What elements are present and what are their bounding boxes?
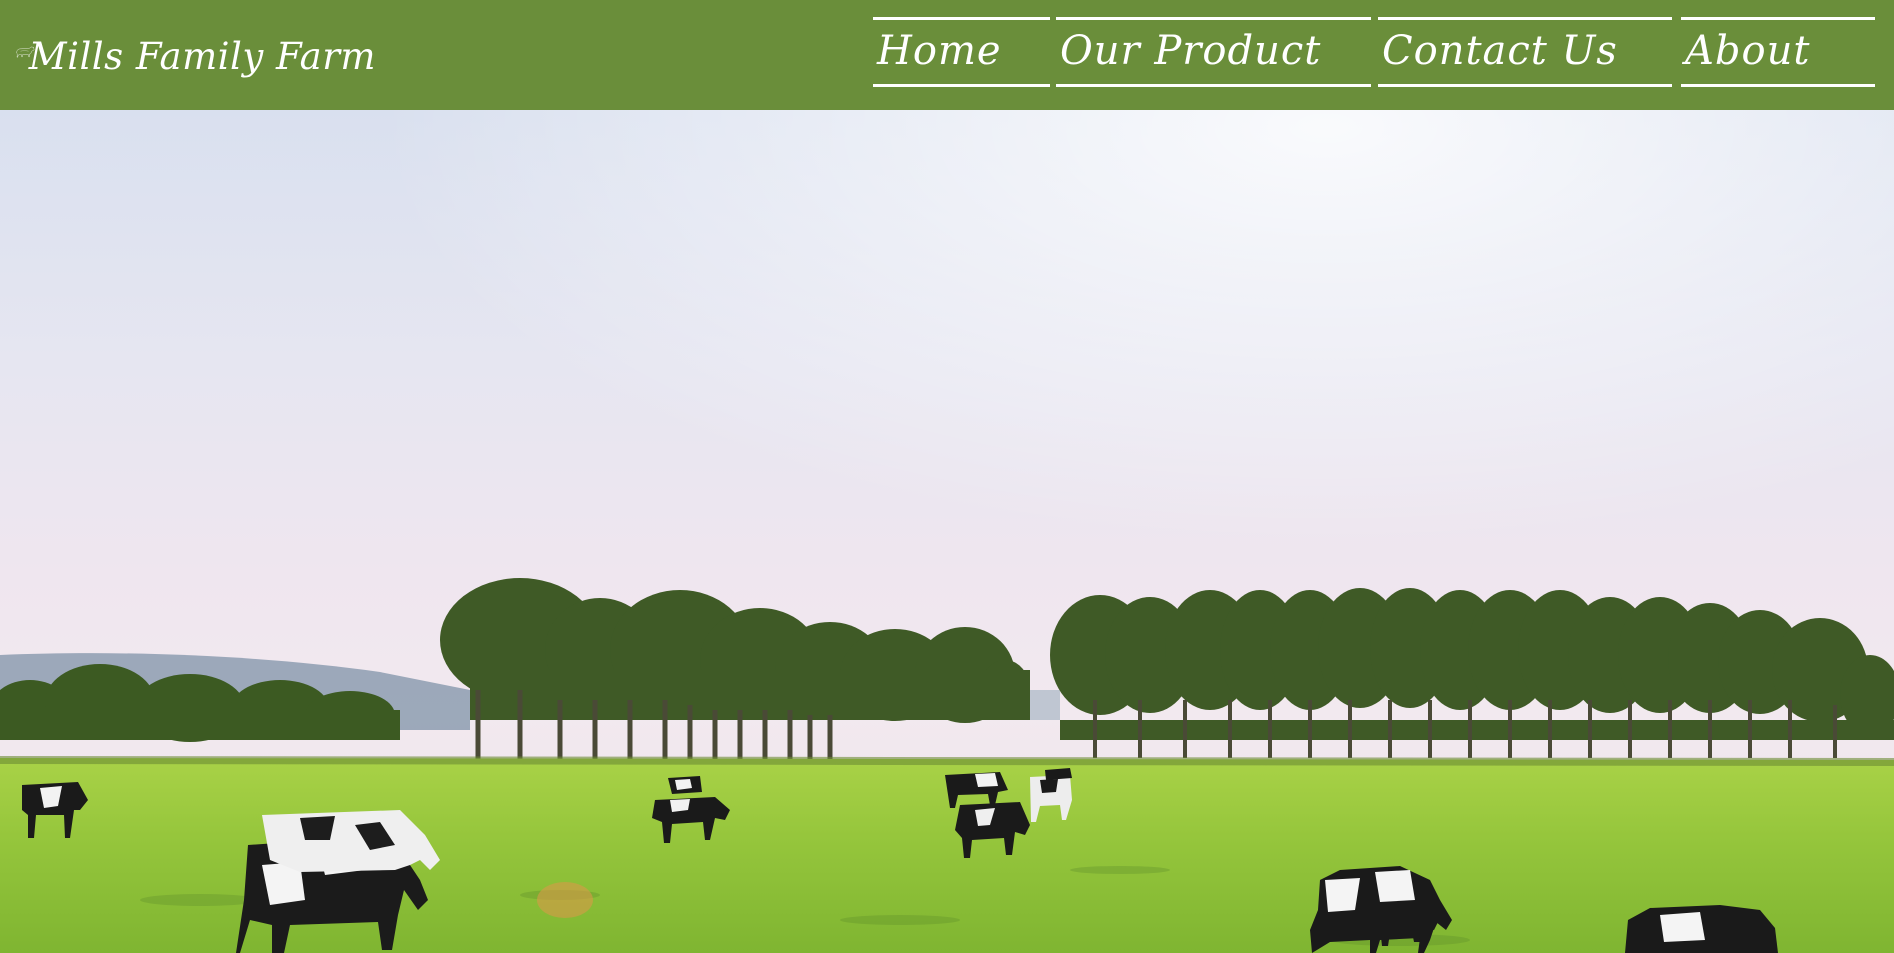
- brand-name: Mills Family Farm: [28, 34, 376, 78]
- lens-flare: [537, 882, 593, 918]
- nav-home[interactable]: Home: [873, 17, 1050, 87]
- site-header: Mills Family Farm Home Our Product Conta…: [0, 0, 1894, 110]
- site-logo[interactable]: Mills Family Farm: [16, 12, 376, 92]
- nav-contact-us[interactable]: Contact Us: [1378, 17, 1672, 87]
- hero-image: [0, 110, 1894, 953]
- cow-bottom-right: [1625, 905, 1778, 953]
- pasture-photo: [0, 110, 1894, 953]
- nav-our-product[interactable]: Our Product: [1056, 17, 1371, 87]
- nav-about[interactable]: About: [1681, 17, 1875, 87]
